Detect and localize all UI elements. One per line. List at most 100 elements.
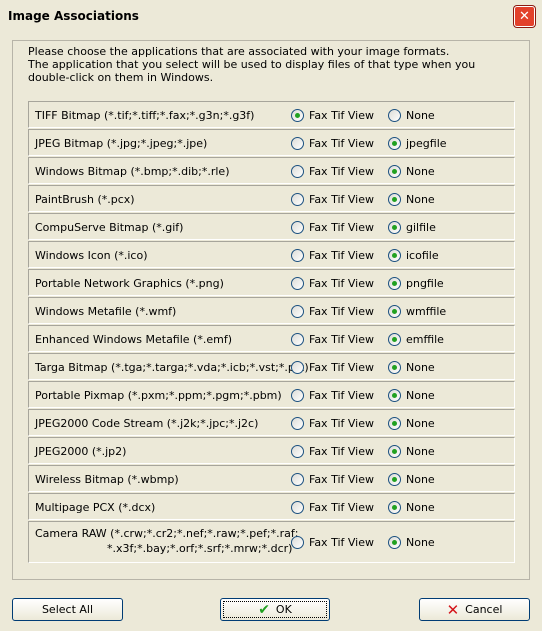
fax-tif-view-radio[interactable]: Fax Tif View (291, 248, 374, 262)
radio-button-icon[interactable] (388, 192, 401, 206)
radio-label: Fax Tif View (309, 444, 374, 458)
radio-button-icon[interactable] (291, 136, 304, 150)
radio-button-icon[interactable] (388, 388, 401, 402)
format-label: Targa Bitmap (*.tga;*.targa;*.vda;*.icb;… (35, 361, 309, 374)
format-label: Windows Icon (*.ico) (35, 249, 148, 262)
radio-button-icon[interactable] (291, 108, 304, 122)
alternate-app-radio[interactable]: jpegfile (388, 136, 447, 150)
radio-button-icon[interactable] (388, 220, 401, 234)
alternate-app-radio[interactable]: None (388, 164, 435, 178)
cancel-button[interactable]: ✕ Cancel (419, 598, 530, 621)
close-icon: ✕ (519, 9, 530, 24)
fax-tif-view-radio[interactable]: Fax Tif View (291, 332, 374, 346)
radio-label: Fax Tif View (309, 164, 374, 178)
radio-button-icon[interactable] (291, 500, 304, 514)
format-row: Multipage PCX (*.dcx) Fax Tif View None (28, 493, 515, 520)
radio-label: None (406, 192, 435, 206)
radio-button-icon[interactable] (388, 248, 401, 262)
radio-label: Fax Tif View (309, 248, 374, 262)
radio-label: Fax Tif View (309, 304, 374, 318)
window-title: Image Associations (8, 9, 139, 23)
radio-button-icon[interactable] (291, 220, 304, 234)
radio-button-icon[interactable] (291, 192, 304, 206)
radio-button-icon[interactable] (388, 164, 401, 178)
x-icon: ✕ (446, 600, 460, 619)
radio-button-icon[interactable] (388, 360, 401, 374)
format-row: CompuServe Bitmap (*.gif) Fax Tif View gil… (28, 213, 515, 240)
fax-tif-view-radio[interactable]: Fax Tif View (291, 108, 374, 122)
radio-button-icon[interactable] (388, 500, 401, 514)
radio-button-icon[interactable] (388, 416, 401, 430)
radio-button-icon[interactable] (388, 276, 401, 290)
close-button[interactable]: ✕ (514, 6, 535, 27)
radio-label: None (406, 535, 435, 549)
radio-label: None (406, 388, 435, 402)
alternate-app-radio[interactable]: wmffile (388, 304, 446, 318)
format-label: Camera RAW (*.crw;*.cr2;*.nef;*.raw;*.pe… (35, 526, 298, 556)
fax-tif-view-radio[interactable]: Fax Tif View (291, 304, 374, 318)
radio-label: Fax Tif View (309, 332, 374, 346)
radio-button-icon[interactable] (291, 416, 304, 430)
radio-button-icon[interactable] (388, 108, 401, 122)
radio-label: None (406, 360, 435, 374)
fax-tif-view-radio[interactable]: Fax Tif View (291, 360, 374, 374)
alternate-app-radio[interactable]: None (388, 388, 435, 402)
fax-tif-view-radio[interactable]: Fax Tif View (291, 472, 374, 486)
checkmark-icon: ✔ (258, 601, 270, 618)
ok-button[interactable]: ✔ OK (220, 598, 330, 621)
fax-tif-view-radio[interactable]: Fax Tif View (291, 416, 374, 430)
radio-button-icon[interactable] (388, 304, 401, 318)
cancel-label: Cancel (465, 603, 503, 616)
format-label-line-2: *.x3f;*.bay;*.orf;*.srf;*.mrw;*.dcr) (107, 542, 293, 555)
fax-tif-view-radio[interactable]: Fax Tif View (291, 500, 374, 514)
radio-button-icon[interactable] (291, 276, 304, 290)
fax-tif-view-radio[interactable]: Fax Tif View (291, 276, 374, 290)
radio-label: Fax Tif View (309, 136, 374, 150)
select-all-button[interactable]: Select All (12, 598, 123, 621)
radio-button-icon[interactable] (388, 136, 401, 150)
fax-tif-view-radio[interactable]: Fax Tif View (291, 164, 374, 178)
format-row: TIFF Bitmap (*.tif;*.tiff;*.fax;*.g3n;*.… (28, 101, 515, 128)
radio-button-icon[interactable] (388, 535, 401, 549)
alternate-app-radio[interactable]: None (388, 472, 435, 486)
fax-tif-view-radio[interactable]: Fax Tif View (291, 535, 374, 549)
radio-button-icon[interactable] (291, 472, 304, 486)
alternate-app-radio[interactable]: icofile (388, 248, 439, 262)
radio-button-icon[interactable] (291, 388, 304, 402)
radio-label: wmffile (406, 304, 447, 318)
radio-label: icofile (406, 248, 439, 262)
fax-tif-view-radio[interactable]: Fax Tif View (291, 136, 374, 150)
radio-button-icon[interactable] (388, 332, 401, 346)
alternate-app-radio[interactable]: emffile (388, 332, 444, 346)
radio-button-icon[interactable] (291, 360, 304, 374)
format-row: Windows Metafile (*.wmf) Fax Tif View wmff… (28, 297, 515, 324)
alternate-app-radio[interactable]: None (388, 108, 435, 122)
fax-tif-view-radio[interactable]: Fax Tif View (291, 388, 374, 402)
alternate-app-radio[interactable]: None (388, 535, 435, 549)
radio-label: Fax Tif View (309, 500, 374, 514)
radio-button-icon[interactable] (291, 248, 304, 262)
format-label: CompuServe Bitmap (*.gif) (35, 221, 184, 234)
radio-label: Fax Tif View (309, 276, 374, 290)
radio-button-icon[interactable] (291, 164, 304, 178)
alternate-app-radio[interactable]: None (388, 192, 435, 206)
alternate-app-radio[interactable]: None (388, 500, 435, 514)
radio-button-icon[interactable] (388, 444, 401, 458)
alternate-app-radio[interactable]: None (388, 360, 435, 374)
radio-button-icon[interactable] (291, 444, 304, 458)
alternate-app-radio[interactable]: gilfile (388, 220, 436, 234)
fax-tif-view-radio[interactable]: Fax Tif View (291, 192, 374, 206)
radio-button-icon[interactable] (291, 535, 304, 549)
fax-tif-view-radio[interactable]: Fax Tif View (291, 444, 374, 458)
radio-button-icon[interactable] (291, 304, 304, 318)
radio-button-icon[interactable] (291, 332, 304, 346)
alternate-app-radio[interactable]: None (388, 444, 435, 458)
fax-tif-view-radio[interactable]: Fax Tif View (291, 220, 374, 234)
radio-label: None (406, 444, 435, 458)
radio-label: jpegfile (406, 136, 447, 150)
radio-label: None (406, 416, 435, 430)
alternate-app-radio[interactable]: None (388, 416, 435, 430)
format-row: Wireless Bitmap (*.wbmp) Fax Tif View None (28, 465, 515, 492)
radio-button-icon[interactable] (388, 472, 401, 486)
alternate-app-radio[interactable]: pngfile (388, 276, 444, 290)
